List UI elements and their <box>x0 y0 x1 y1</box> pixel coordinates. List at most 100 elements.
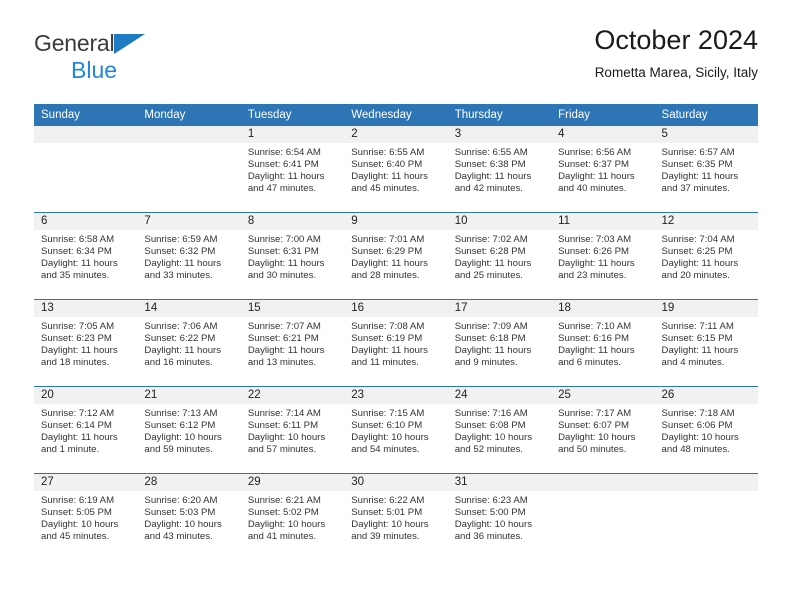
sunset-text: Sunset: 6:11 PM <box>247 420 319 432</box>
day-cell-content: 5 Sunrise: 6:57 AM Sunset: 6:35 PM Daylight… <box>654 126 758 212</box>
calendar-day-cell[interactable]: 24 Sunrise: 7:16 AM Sunset: 6:08 PM Dayligh… <box>447 386 552 474</box>
sunrise-text: Sunrise: 7:05 AM <box>41 321 115 332</box>
sunrise-text: Sunrise: 7:07 AM <box>247 321 321 332</box>
calendar-day-cell[interactable]: 29 Sunrise: 6:21 AM Sunset: 5:02 PM Dayligh… <box>240 473 345 560</box>
calendar-week-row: 27 Sunrise: 6:19 AM Sunset: 5:05 PM Dayligh… <box>34 473 758 560</box>
daylight-text-line2: and 20 minutes. <box>661 270 730 282</box>
calendar-day-cell[interactable]: 10 Sunrise: 7:02 AM Sunset: 6:28 PM Dayligh… <box>447 212 552 300</box>
calendar-day-cell[interactable]: 25 Sunrise: 7:17 AM Sunset: 6:07 PM Dayligh… <box>551 386 655 474</box>
calendar-day-cell[interactable]: 21 Sunrise: 7:13 AM Sunset: 6:12 PM Dayligh… <box>137 386 241 474</box>
calendar-header-row: Sunday Monday Tuesday Wednesday Thursday… <box>34 104 758 126</box>
calendar-day-cell[interactable]: 5 Sunrise: 6:57 AM Sunset: 6:35 PM Daylight… <box>654 126 758 213</box>
sunrise-text: Sunrise: 6:19 AM <box>41 495 115 506</box>
calendar-day-cell[interactable]: 4 Sunrise: 6:56 AM Sunset: 6:37 PM Daylight… <box>551 126 655 213</box>
calendar-day-cell[interactable]: 26 Sunrise: 7:18 AM Sunset: 6:06 PM Dayligh… <box>654 386 758 474</box>
sunrise-text: Sunrise: 7:15 AM <box>351 408 425 419</box>
calendar-day-cell[interactable] <box>654 473 758 560</box>
sunrise-text: Sunrise: 7:11 AM <box>661 321 734 332</box>
sunset-text: Sunset: 6:40 PM <box>351 159 423 171</box>
daylight-text-line1: Daylight: 11 hours <box>454 258 532 270</box>
daylight-text-line1: Daylight: 11 hours <box>41 258 118 270</box>
calendar-day-cell[interactable]: 16 Sunrise: 7:08 AM Sunset: 6:19 PM Dayligh… <box>344 299 448 387</box>
daylight-text-line1: Daylight: 11 hours <box>558 345 635 357</box>
calendar-day-cell[interactable]: 19 Sunrise: 7:11 AM Sunset: 6:15 PM Dayligh… <box>654 299 758 387</box>
daylight-text-line1: Daylight: 11 hours <box>41 432 118 444</box>
day-sun-info: Sunrise: 6:57 AM Sunset: 6:35 PM Daylight:… <box>655 143 758 195</box>
calendar-day-cell[interactable]: 2 Sunrise: 6:55 AM Sunset: 6:40 PM Daylight… <box>344 126 448 213</box>
sunset-text: Sunset: 6:34 PM <box>41 246 112 258</box>
day-sun-info: Sunrise: 6:54 AM Sunset: 6:41 PM Daylight:… <box>241 143 344 195</box>
day-cell-content: 26 Sunrise: 7:18 AM Sunset: 6:06 PM Dayligh… <box>654 387 758 473</box>
day-number: 20 <box>34 387 138 404</box>
calendar-day-cell[interactable]: 6 Sunrise: 6:58 AM Sunset: 6:34 PM Daylight… <box>34 212 138 300</box>
calendar-day-cell[interactable]: 22 Sunrise: 7:14 AM Sunset: 6:11 PM Dayligh… <box>240 386 345 474</box>
day-sun-info: Sunrise: 7:15 AM Sunset: 6:10 PM Daylight:… <box>344 404 447 456</box>
daylight-text-line1: Daylight: 11 hours <box>247 345 325 357</box>
calendar-day-cell[interactable]: 17 Sunrise: 7:09 AM Sunset: 6:18 PM Dayligh… <box>447 299 552 387</box>
calendar-day-cell[interactable] <box>34 126 138 213</box>
calendar-day-cell[interactable] <box>551 473 655 560</box>
general-blue-logo[interactable]: General Blue <box>34 32 146 83</box>
calendar-day-cell[interactable]: 11 Sunrise: 7:03 AM Sunset: 6:26 PM Dayligh… <box>551 212 655 300</box>
calendar-day-cell[interactable]: 23 Sunrise: 7:15 AM Sunset: 6:10 PM Dayligh… <box>344 386 448 474</box>
daylight-text-line1: Daylight: 10 hours <box>351 432 429 444</box>
day-cell-empty <box>551 474 655 560</box>
sunset-text: Sunset: 6:41 PM <box>247 159 319 171</box>
daylight-text-line2: and 36 minutes. <box>454 531 523 543</box>
day-sun-info: Sunrise: 7:11 AM Sunset: 6:15 PM Daylight:… <box>655 317 758 369</box>
day-number <box>34 126 138 143</box>
daylight-text-line2: and 35 minutes. <box>41 270 110 282</box>
daylight-text-line2: and 16 minutes. <box>144 357 213 369</box>
calendar-day-cell[interactable]: 18 Sunrise: 7:10 AM Sunset: 6:16 PM Dayligh… <box>551 299 655 387</box>
calendar-page: General Blue October 2024 Rometta Marea,… <box>0 0 792 612</box>
daylight-text-line1: Daylight: 10 hours <box>247 519 326 531</box>
logo-line-general: General <box>34 32 146 56</box>
day-number: 27 <box>34 474 138 491</box>
day-number: 6 <box>34 213 138 230</box>
day-sun-info: Sunrise: 7:09 AM Sunset: 6:18 PM Daylight:… <box>448 317 551 369</box>
daylight-text-line2: and 50 minutes. <box>558 444 627 456</box>
day-number: 7 <box>137 213 241 230</box>
calendar-day-cell[interactable]: 12 Sunrise: 7:04 AM Sunset: 6:25 PM Dayligh… <box>654 212 758 300</box>
daylight-text-line2: and 43 minutes. <box>144 531 213 543</box>
day-number: 21 <box>137 387 241 404</box>
day-cell-content: 21 Sunrise: 7:13 AM Sunset: 6:12 PM Dayligh… <box>137 387 241 473</box>
day-sun-info: Sunrise: 7:06 AM Sunset: 6:22 PM Daylight:… <box>137 317 240 369</box>
calendar-day-cell[interactable]: 30 Sunrise: 6:22 AM Sunset: 5:01 PM Dayligh… <box>344 473 448 560</box>
calendar-day-cell[interactable]: 3 Sunrise: 6:55 AM Sunset: 6:38 PM Daylight… <box>447 126 552 213</box>
calendar-day-cell[interactable] <box>137 126 241 213</box>
calendar-day-cell[interactable]: 15 Sunrise: 7:07 AM Sunset: 6:21 PM Dayligh… <box>240 299 345 387</box>
sunrise-text: Sunrise: 6:23 AM <box>454 495 528 506</box>
weekday-header-saturday: Saturday <box>654 104 758 126</box>
day-number: 29 <box>240 474 345 491</box>
daylight-text-line1: Daylight: 10 hours <box>144 432 222 444</box>
day-number: 10 <box>447 213 552 230</box>
daylight-text-line1: Daylight: 10 hours <box>661 432 739 444</box>
calendar-day-cell[interactable]: 7 Sunrise: 6:59 AM Sunset: 6:32 PM Daylight… <box>137 212 241 300</box>
day-sun-info: Sunrise: 7:00 AM Sunset: 6:31 PM Daylight:… <box>241 230 344 282</box>
sunrise-text: Sunrise: 6:22 AM <box>351 495 425 506</box>
calendar-day-cell[interactable]: 28 Sunrise: 6:20 AM Sunset: 5:03 PM Dayligh… <box>137 473 241 560</box>
sunrise-text: Sunrise: 7:02 AM <box>454 234 528 245</box>
calendar-day-cell[interactable]: 13 Sunrise: 7:05 AM Sunset: 6:23 PM Dayligh… <box>34 299 138 387</box>
calendar-day-cell[interactable]: 20 Sunrise: 7:12 AM Sunset: 6:14 PM Dayligh… <box>34 386 138 474</box>
day-number: 13 <box>34 300 138 317</box>
day-number: 5 <box>654 126 758 143</box>
daylight-text-line2: and 33 minutes. <box>144 270 213 282</box>
sunset-text: Sunset: 6:23 PM <box>41 333 112 345</box>
day-number: 28 <box>137 474 241 491</box>
day-cell-content: 8 Sunrise: 7:00 AM Sunset: 6:31 PM Daylight… <box>240 213 345 299</box>
sunrise-text: Sunrise: 7:08 AM <box>351 321 425 332</box>
calendar-week-row: 20 Sunrise: 7:12 AM Sunset: 6:14 PM Dayligh… <box>34 386 758 474</box>
day-cell-content: 15 Sunrise: 7:07 AM Sunset: 6:21 PM Dayligh… <box>240 300 345 386</box>
calendar-day-cell[interactable]: 27 Sunrise: 6:19 AM Sunset: 5:05 PM Dayligh… <box>34 473 138 560</box>
calendar-day-cell[interactable]: 1 Sunrise: 6:54 AM Sunset: 6:41 PM Daylight… <box>240 126 345 213</box>
calendar-day-cell[interactable]: 9 Sunrise: 7:01 AM Sunset: 6:29 PM Daylight… <box>344 212 448 300</box>
calendar-day-cell[interactable]: 8 Sunrise: 7:00 AM Sunset: 6:31 PM Daylight… <box>240 212 345 300</box>
day-sun-info: Sunrise: 7:12 AM Sunset: 6:14 PM Daylight:… <box>34 404 137 456</box>
daylight-text-line1: Daylight: 11 hours <box>144 258 222 270</box>
daylight-text-line2: and 11 minutes. <box>351 357 419 369</box>
day-cell-content: 23 Sunrise: 7:15 AM Sunset: 6:10 PM Dayligh… <box>344 387 448 473</box>
calendar-day-cell[interactable]: 14 Sunrise: 7:06 AM Sunset: 6:22 PM Dayligh… <box>137 299 241 387</box>
calendar-day-cell[interactable]: 31 Sunrise: 6:23 AM Sunset: 5:00 PM Dayligh… <box>447 473 552 560</box>
